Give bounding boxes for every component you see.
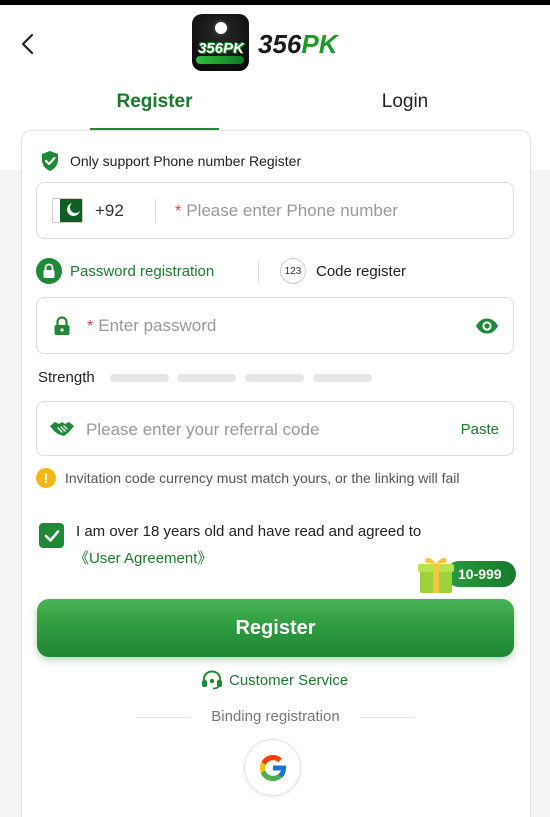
- bonus-badge: 10-999: [416, 553, 516, 597]
- google-login-button[interactable]: [244, 739, 301, 796]
- strength-bar-segment: [313, 374, 372, 382]
- agreement-text: I am over 18 years old and have read and…: [76, 523, 422, 540]
- customer-service-label: Customer Service: [229, 671, 349, 689]
- logo-swoosh: [196, 56, 244, 64]
- divider: [155, 199, 156, 223]
- gift-icon: [418, 557, 454, 593]
- strength-bar-segment: [110, 374, 169, 382]
- tab-login[interactable]: Login: [340, 91, 470, 131]
- tab-register[interactable]: Register: [90, 91, 219, 131]
- phone-field[interactable]: +92 * Please enter Phone number: [36, 182, 514, 239]
- shield-check-icon: [42, 151, 58, 171]
- referral-code-field[interactable]: Please enter your referral code Paste: [36, 401, 514, 456]
- referral-code-input[interactable]: Please enter your referral code: [86, 420, 319, 440]
- handshake-icon: [50, 422, 74, 436]
- user-agreement-link[interactable]: 《User Agreement》: [74, 547, 212, 568]
- password-registration-option[interactable]: Password registration: [36, 258, 214, 284]
- headset-icon: [202, 670, 222, 690]
- brand-name-part2: PK: [301, 29, 338, 59]
- strength-bar-segment: [245, 374, 304, 382]
- code-register-option[interactable]: 123 Code register: [280, 258, 406, 284]
- phone-only-notice: Only support Phone number Register: [40, 150, 301, 172]
- bonus-amount: 10-999: [446, 561, 516, 587]
- back-button[interactable]: [14, 31, 40, 57]
- divider: [258, 261, 259, 283]
- paste-button[interactable]: Paste: [461, 421, 499, 438]
- notice-text: Only support Phone number Register: [70, 153, 302, 169]
- 123-icon: 123: [280, 258, 306, 284]
- password-field[interactable]: * Enter password: [36, 297, 514, 354]
- brand-name: 356PK: [258, 29, 338, 60]
- chevron-left-icon: [21, 33, 34, 55]
- soccer-ball-icon: [213, 20, 229, 36]
- strength-label: Strength: [38, 369, 95, 386]
- password-registration-label: Password registration: [70, 262, 215, 280]
- password-placeholder: Enter password: [98, 316, 217, 335]
- eye-icon[interactable]: [475, 317, 499, 335]
- check-icon: [44, 529, 59, 542]
- google-icon: [259, 754, 287, 781]
- required-mark: *: [87, 318, 94, 335]
- strength-bar-segment: [177, 374, 236, 382]
- registration-mode-selector: Password registration 123 Code register: [36, 258, 514, 286]
- binding-registration-divider: Binding registration: [136, 706, 415, 728]
- password-input[interactable]: * Enter password: [87, 316, 216, 336]
- brand-name-part1: 356: [258, 29, 302, 59]
- country-code[interactable]: +92: [95, 201, 124, 221]
- warning-icon: !: [36, 468, 56, 488]
- pakistan-flag-icon[interactable]: [52, 198, 83, 223]
- register-button[interactable]: Register: [37, 599, 514, 657]
- divider-line: [360, 717, 415, 718]
- required-mark: *: [175, 203, 182, 220]
- currency-warning: ! Invitation code currency must match yo…: [36, 468, 460, 488]
- customer-service-link[interactable]: Customer Service: [201, 670, 348, 690]
- lock-icon: [54, 316, 70, 335]
- warning-text: Invitation code currency must match your…: [65, 470, 460, 486]
- agreement-checkbox[interactable]: [39, 523, 64, 548]
- lock-icon: [36, 258, 62, 284]
- phone-input[interactable]: * Please enter Phone number: [175, 201, 398, 221]
- phone-placeholder: Please enter Phone number: [186, 201, 398, 220]
- code-register-label: Code register: [316, 262, 407, 280]
- app-logo: 356PK: [192, 14, 249, 71]
- logo-mark-text: 356PK: [198, 40, 244, 57]
